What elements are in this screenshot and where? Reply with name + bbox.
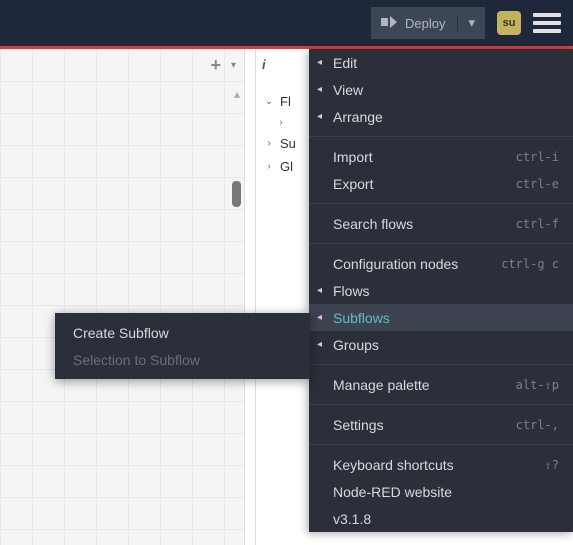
- submenu-create-subflow[interactable]: Create Subflow: [55, 319, 310, 346]
- tree-item-flows[interactable]: ⌄ Fl: [262, 90, 309, 113]
- menu-manage-palette[interactable]: Manage palettealt-⇧p: [309, 371, 573, 398]
- menu-keyboard-shortcuts[interactable]: Keyboard shortcuts⇧?: [309, 451, 573, 478]
- deploy-icon: [381, 16, 397, 31]
- subflows-submenu: Create Subflow Selection to Subflow: [55, 313, 310, 379]
- menu-separator: [309, 404, 573, 405]
- tree-item-global[interactable]: › Gl: [262, 155, 309, 178]
- add-tab-button[interactable]: +: [210, 55, 221, 76]
- info-tab[interactable]: i i: [262, 57, 309, 72]
- menu-view[interactable]: View: [309, 76, 573, 103]
- caret-right-icon: ›: [264, 138, 274, 149]
- scroll-handle[interactable]: [232, 181, 241, 207]
- scroll-up-icon[interactable]: ▴: [234, 87, 240, 101]
- info-sidebar: i i ⌄ Fl › › Su › Gl: [255, 49, 315, 545]
- shortcut: ⇧?: [545, 458, 559, 472]
- info-icon: i: [262, 57, 266, 72]
- main-menu: Edit View Arrange Importctrl-i Exportctr…: [309, 49, 573, 532]
- menu-import[interactable]: Importctrl-i: [309, 143, 573, 170]
- deploy-button[interactable]: Deploy ▾: [371, 7, 485, 39]
- outline-tree: ⌄ Fl › › Su › Gl: [262, 90, 309, 178]
- avatar[interactable]: su: [497, 11, 521, 35]
- menu-edit[interactable]: Edit: [309, 49, 573, 76]
- menu-separator: [309, 364, 573, 365]
- flow-canvas[interactable]: + ▾ ▴: [0, 49, 245, 545]
- tab-menu-button[interactable]: ▾: [231, 60, 236, 71]
- canvas-toolbar: + ▾: [210, 55, 236, 76]
- tree-item-flow-child[interactable]: ›: [262, 113, 309, 132]
- caret-right-icon: ›: [276, 117, 286, 128]
- caret-down-icon: ⌄: [264, 96, 274, 107]
- deploy-label: Deploy: [405, 16, 445, 31]
- menu-subflows[interactable]: Subflows: [309, 304, 573, 331]
- submenu-selection-to-subflow: Selection to Subflow: [55, 346, 310, 373]
- menu-flows[interactable]: Flows: [309, 277, 573, 304]
- tree-item-subflows[interactable]: › Su: [262, 132, 309, 155]
- shortcut: ctrl-e: [516, 177, 559, 191]
- shortcut: ctrl-i: [516, 150, 559, 164]
- menu-arrange[interactable]: Arrange: [309, 103, 573, 130]
- chevron-down-icon[interactable]: ▾: [457, 15, 475, 31]
- menu-groups[interactable]: Groups: [309, 331, 573, 358]
- menu-search-flows[interactable]: Search flowsctrl-f: [309, 210, 573, 237]
- menu-separator: [309, 203, 573, 204]
- menu-separator: [309, 444, 573, 445]
- menu-config-nodes[interactable]: Configuration nodesctrl-g c: [309, 250, 573, 277]
- menu-separator: [309, 243, 573, 244]
- menu-website[interactable]: Node-RED website: [309, 478, 573, 505]
- menu-settings[interactable]: Settingsctrl-,: [309, 411, 573, 438]
- hamburger-menu-button[interactable]: [533, 13, 561, 33]
- workspace: + ▾ ▴ i i ⌄ Fl › › Su › Gl: [0, 49, 573, 545]
- menu-separator: [309, 136, 573, 137]
- shortcut: ctrl-,: [516, 418, 559, 432]
- caret-right-icon: ›: [264, 161, 274, 172]
- menu-version: v3.1.8: [309, 505, 573, 532]
- menu-export[interactable]: Exportctrl-e: [309, 170, 573, 197]
- app-header: Deploy ▾ su: [0, 0, 573, 46]
- shortcut: ctrl-g c: [501, 257, 559, 271]
- shortcut: ctrl-f: [516, 217, 559, 231]
- shortcut: alt-⇧p: [516, 378, 559, 392]
